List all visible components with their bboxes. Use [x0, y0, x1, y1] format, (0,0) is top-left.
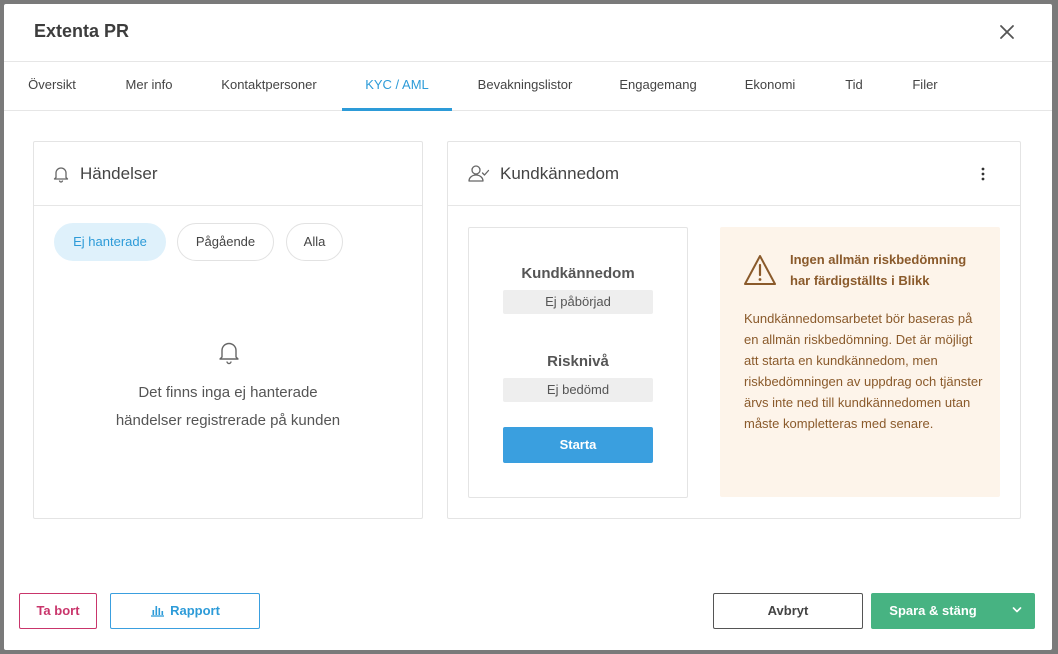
empty-state-line2: händelser registrerade på kunden: [115, 412, 341, 429]
filter-ej-hanterade[interactable]: Ej hanterade: [54, 223, 166, 261]
user-check-icon: [468, 164, 490, 189]
warning-icon: [742, 253, 778, 292]
tab-kontaktpersoner[interactable]: Kontaktpersoner: [212, 63, 326, 111]
start-kyc-button[interactable]: Starta: [503, 427, 653, 463]
tab-kyc-aml[interactable]: KYC / AML: [342, 63, 452, 111]
risk-warning-panel: Ingen allmän riskbedömning har färdigstä…: [720, 227, 1000, 497]
tab-oversikt[interactable]: Översikt: [18, 63, 86, 111]
modal-title: Extenta PR: [34, 21, 130, 41]
kyc-card-title: Kundkännedom: [500, 164, 620, 183]
tab-filer[interactable]: Filer: [902, 63, 948, 111]
events-card: Händelser Ej hanterade Pågående Alla Det…: [33, 141, 423, 519]
cancel-button[interactable]: Avbryt: [713, 593, 863, 629]
report-button-label: Rapport: [170, 603, 220, 618]
report-button[interactable]: Rapport: [110, 593, 260, 629]
tab-tid[interactable]: Tid: [832, 63, 876, 111]
save-close-split-button: Spara & stäng: [871, 593, 1035, 629]
modal-header: Extenta PR: [4, 4, 1052, 62]
events-card-title: Händelser: [80, 164, 158, 183]
more-options-icon[interactable]: [975, 166, 991, 187]
customer-modal: Extenta PR Översikt Mer info Kontaktpers…: [4, 4, 1052, 650]
kyc-status-value: Ej påbörjad: [503, 290, 653, 314]
events-card-header: Händelser: [34, 142, 422, 206]
empty-state-line1: Det finns inga ej hanterade: [138, 384, 318, 401]
filter-pagaende[interactable]: Pågående: [177, 223, 274, 261]
save-close-button[interactable]: Spara & stäng: [872, 594, 994, 628]
close-icon[interactable]: [996, 21, 1018, 43]
filter-alla[interactable]: Alla: [286, 223, 343, 261]
empty-bell-icon: [216, 339, 242, 370]
kyc-card-header: Kundkännedom: [448, 142, 1020, 206]
risk-level-value: Ej bedömd: [503, 378, 653, 402]
tab-mer-info[interactable]: Mer info: [114, 63, 184, 111]
bell-icon: [52, 165, 70, 188]
tab-ekonomi[interactable]: Ekonomi: [734, 63, 806, 111]
bar-chart-icon: [150, 596, 165, 630]
warning-title: Ingen allmän riskbedömning har färdigstä…: [790, 252, 967, 288]
tab-engagemang[interactable]: Engagemang: [610, 63, 706, 111]
kyc-status-label: Kundkännedom: [521, 265, 635, 282]
chevron-down-icon[interactable]: [1004, 594, 1034, 628]
risk-level-label: Risknivå: [547, 353, 609, 370]
tab-bevakningslistor[interactable]: Bevakningslistor: [470, 63, 580, 111]
kyc-card: Kundkännedom Kundkännedom Ej påbörjad Ri…: [447, 141, 1021, 519]
delete-button[interactable]: Ta bort: [19, 593, 97, 629]
tab-bar: Översikt Mer info Kontaktpersoner KYC / …: [4, 63, 1052, 111]
kyc-status-box: Kundkännedom Ej påbörjad Risknivå Ej bed…: [468, 227, 688, 498]
warning-body: Kundkännedomsarbetet bör baseras på en a…: [744, 311, 983, 431]
